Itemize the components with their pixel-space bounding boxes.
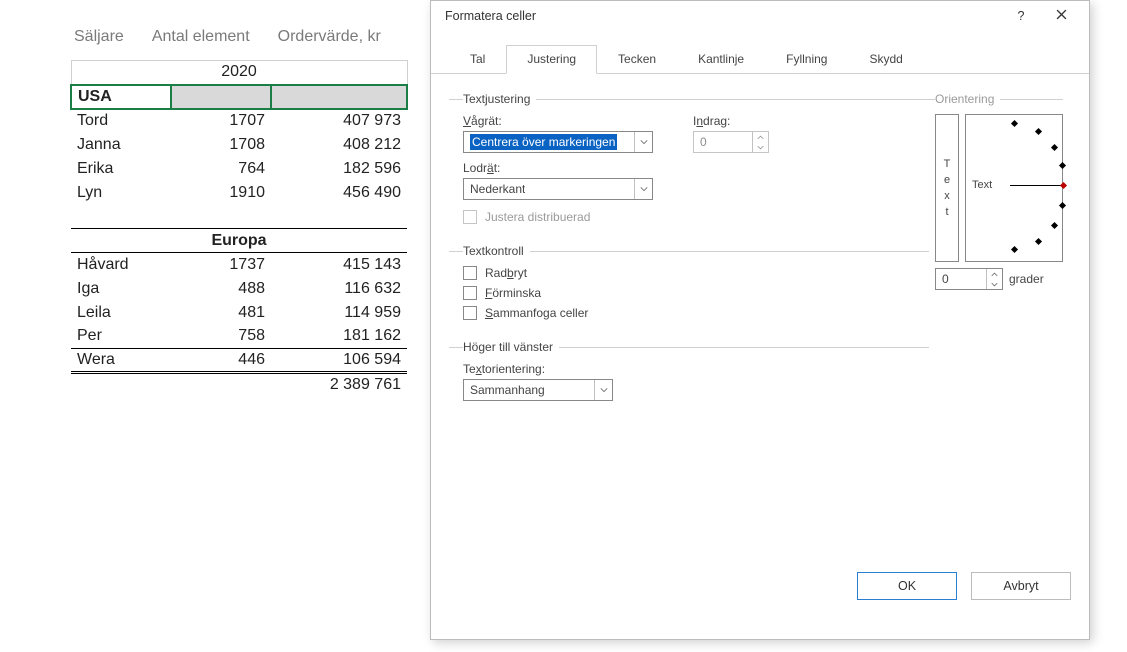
text-direction-label: Textorientering: (463, 362, 929, 376)
wrap-text-checkbox[interactable] (463, 266, 477, 280)
tab-strip: Tal Justering Tecken Kantlinje Fyllning … (431, 31, 1089, 74)
table-row: Janna1708408 212 (71, 133, 407, 157)
tab-border[interactable]: Kantlinje (677, 45, 765, 73)
rtl-legend: Höger till vänster (463, 340, 559, 354)
grand-total-row: 2 389 761 (71, 373, 407, 397)
column-headers: Säljare Antal element Ordervärde, kr (70, 28, 450, 60)
data-table: 2020 USA Tord1707407 973 Janna1708408 21… (70, 60, 408, 397)
year-cell[interactable]: 2020 (71, 61, 407, 85)
tab-fill[interactable]: Fyllning (765, 45, 848, 73)
shrink-label: Förminska (485, 286, 541, 300)
table-row: Lyn1910456 490 (71, 181, 407, 205)
table-row: Wera446106 594 (71, 349, 407, 373)
text-direction-select[interactable]: Sammanhang (463, 379, 613, 401)
chevron-down-icon (634, 179, 652, 199)
spinner-down-icon (753, 142, 768, 152)
vertical-text-button[interactable]: T e x t (935, 114, 959, 262)
dial-handle-icon (1060, 182, 1067, 189)
close-icon (1056, 9, 1067, 23)
tab-protection[interactable]: Skydd (848, 45, 923, 73)
orientation-group: Orientering T e x t Text (921, 86, 1071, 304)
text-alignment-group: Textjustering Vågrät: Centrera över mark… (449, 92, 929, 230)
text-alignment-legend: Textjustering (463, 92, 536, 106)
header-seller: Säljare (74, 28, 124, 46)
vertical-select[interactable]: Nederkant (463, 178, 653, 200)
text-control-legend: Textkontroll (463, 244, 530, 258)
horizontal-label: Vågrät: (463, 114, 663, 128)
cancel-button[interactable]: Avbryt (971, 572, 1071, 600)
justify-distributed-checkbox (463, 210, 477, 224)
merge-cells-checkbox[interactable] (463, 306, 477, 320)
orientation-legend: Orientering (935, 92, 1000, 106)
indent-label: Indrag: (693, 114, 769, 128)
table-row: Leila481114 959 (71, 301, 407, 325)
spinner-up-icon (753, 132, 768, 142)
table-row: Per758181 162 (71, 325, 407, 349)
dialog-title: Formatera celler (439, 9, 1001, 23)
table-row: Tord1707407 973 (71, 109, 407, 133)
region-usa-row[interactable]: USA (71, 85, 407, 109)
vertical-label: Lodrät: (463, 161, 663, 175)
horizontal-select[interactable]: Centrera över markeringen (463, 131, 653, 153)
table-row: Iga488116 632 (71, 277, 407, 301)
orientation-dial[interactable]: Text (965, 114, 1063, 262)
close-button[interactable] (1041, 2, 1081, 30)
spinner-down-icon[interactable] (987, 279, 1002, 289)
table-row: Håvard1737415 143 (71, 253, 407, 277)
tab-number[interactable]: Tal (449, 45, 506, 73)
justify-distributed-label: Justera distribuerad (485, 210, 590, 224)
shrink-checkbox[interactable] (463, 286, 477, 300)
merge-cells-label: Sammanfoga celler (485, 306, 588, 320)
tab-alignment[interactable]: Justering (506, 45, 597, 74)
indent-spinner: 0 (693, 131, 769, 153)
wrap-text-label: Radbryt (485, 266, 527, 280)
spinner-up-icon[interactable] (987, 269, 1002, 279)
tab-font[interactable]: Tecken (597, 45, 677, 73)
chevron-down-icon (594, 380, 612, 400)
text-control-group: Textkontroll Radbryt Förminska Sammanfog… (449, 244, 929, 326)
table-row: Erika764182 596 (71, 157, 407, 181)
spreadsheet-area: Säljare Antal element Ordervärde, kr 202… (70, 28, 450, 397)
region-eu-row[interactable]: Europa (71, 229, 407, 253)
region-usa-label[interactable]: USA (71, 85, 171, 109)
degrees-label: grader (1009, 272, 1044, 286)
dialog-body: Textjustering Vågrät: Centrera över mark… (431, 74, 1089, 614)
header-qty: Antal element (152, 28, 250, 46)
format-cells-dialog: Formatera celler ? Tal Justering Tecken … (430, 0, 1090, 640)
ok-button[interactable]: OK (857, 572, 957, 600)
spacer-row (71, 205, 407, 229)
help-button[interactable]: ? (1001, 2, 1041, 30)
degrees-spinner[interactable]: 0 (935, 268, 1003, 290)
year-row: 2020 (71, 61, 407, 85)
chevron-down-icon (634, 132, 652, 152)
titlebar: Formatera celler ? (431, 1, 1089, 31)
header-value: Ordervärde, kr (278, 28, 381, 46)
rtl-group: Höger till vänster Textorientering: Samm… (449, 340, 929, 401)
dialog-footer: OK Avbryt (857, 572, 1071, 600)
